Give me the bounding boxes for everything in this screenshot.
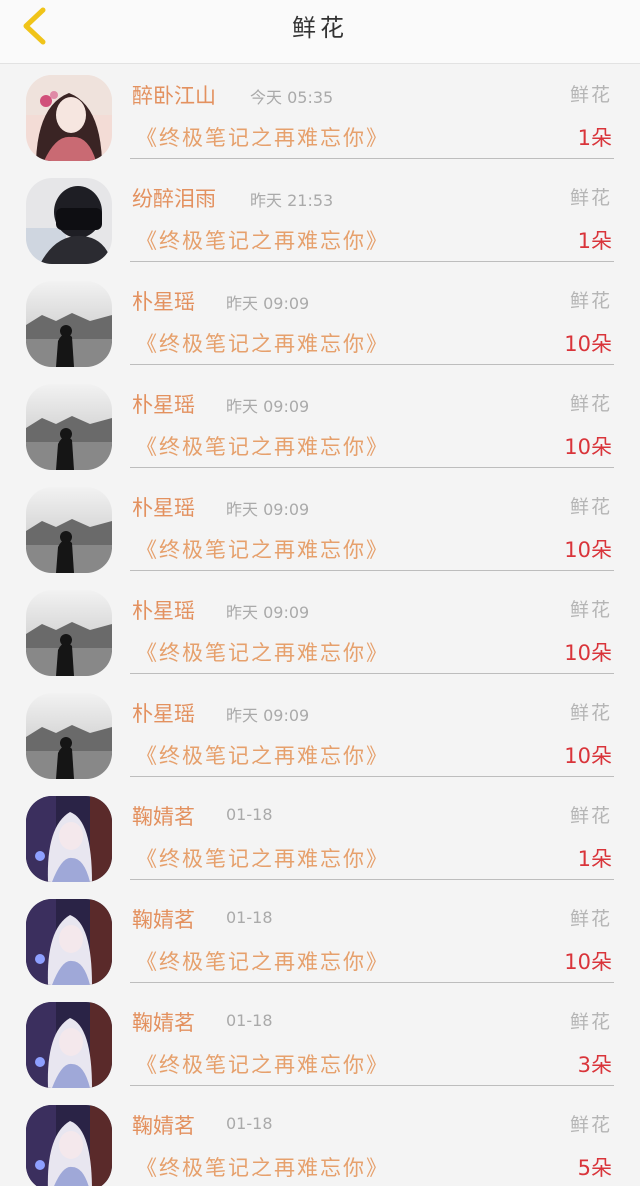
gift-type-label: 鲜花 bbox=[569, 908, 612, 930]
gift-type-label: 鲜花 bbox=[569, 496, 612, 518]
page-title: 鲜花 bbox=[292, 14, 348, 42]
flower-count: 10朵 bbox=[564, 641, 612, 665]
user-avatar[interactable] bbox=[26, 899, 112, 985]
gift-type-label: 鲜花 bbox=[569, 1011, 612, 1033]
user-avatar[interactable] bbox=[26, 1002, 112, 1088]
gift-time: 昨天 09:09 bbox=[226, 294, 310, 313]
user-avatar[interactable] bbox=[26, 796, 112, 882]
row-divider bbox=[130, 158, 614, 159]
flower-count: 10朵 bbox=[564, 744, 612, 768]
gift-row[interactable]: 朴星瑶 昨天 09:09 鲜花《终极笔记之再难忘你》 10朵 bbox=[0, 478, 640, 581]
flower-count: 10朵 bbox=[564, 435, 612, 459]
sender-name[interactable]: 鞠婧茗 bbox=[132, 1007, 195, 1037]
user-avatar[interactable] bbox=[26, 693, 112, 779]
flower-count: 5朵 bbox=[577, 1156, 612, 1180]
gift-row[interactable]: 鞠婧茗 01-18 鲜花《终极笔记之再难忘你》 1朵 bbox=[0, 787, 640, 890]
flower-count: 1朵 bbox=[577, 126, 612, 150]
gift-list: 醉卧江山 今天 05:35 鲜花 《终极笔记之再难忘你》 1朵 纷醉泪雨 昨天 21:53 鲜… bbox=[0, 66, 640, 1186]
user-avatar[interactable] bbox=[26, 75, 112, 161]
gift-type-label: 鲜花 bbox=[569, 393, 612, 415]
book-title-link[interactable]: 《终极笔记之再难忘你》 bbox=[136, 946, 389, 976]
gift-type-label: 鲜花 bbox=[569, 702, 612, 724]
book-title-link[interactable]: 《终极笔记之再难忘你》 bbox=[136, 843, 389, 873]
flower-count: 10朵 bbox=[564, 538, 612, 562]
gift-time: 01-18 bbox=[226, 805, 273, 824]
gift-time: 01-18 bbox=[226, 1011, 273, 1030]
flower-count: 10朵 bbox=[564, 950, 612, 974]
book-title-link[interactable]: 《终极笔记之再难忘你》 bbox=[136, 740, 389, 770]
book-title-link[interactable]: 《终极笔记之再难忘你》 bbox=[136, 431, 389, 461]
row-divider bbox=[130, 570, 614, 571]
sender-name[interactable]: 朴星瑶 bbox=[132, 389, 195, 419]
sender-name[interactable]: 鞠婧茗 bbox=[132, 904, 195, 934]
user-avatar[interactable] bbox=[26, 1105, 112, 1186]
gift-time: 昨天 09:09 bbox=[226, 500, 310, 519]
sender-name[interactable]: 朴星瑶 bbox=[132, 492, 195, 522]
sender-name[interactable]: 鞠婧茗 bbox=[132, 801, 195, 831]
gift-row[interactable]: 朴星瑶 昨天 09:09 鲜花《终极笔记之再难忘你》 10朵 bbox=[0, 581, 640, 684]
sender-name[interactable]: 鞠婧茗 bbox=[132, 1110, 195, 1140]
sender-name[interactable]: 朴星瑶 bbox=[132, 595, 195, 625]
gift-type-label: 鲜花 bbox=[569, 290, 612, 312]
row-divider bbox=[130, 776, 614, 777]
flower-count: 1朵 bbox=[577, 847, 612, 871]
row-divider bbox=[130, 1085, 614, 1086]
gift-row[interactable]: 朴星瑶 昨天 09:09 鲜花《终极笔记之再难忘你》 10朵 bbox=[0, 272, 640, 375]
gift-row[interactable]: 鞠婧茗 01-18 鲜花《终极笔记之再难忘你》 10朵 bbox=[0, 890, 640, 993]
book-title-link[interactable]: 《终极笔记之再难忘你》 bbox=[136, 534, 389, 564]
user-avatar[interactable] bbox=[26, 384, 112, 470]
gift-row[interactable]: 朴星瑶 昨天 09:09 鲜花《终极笔记之再难忘你》 10朵 bbox=[0, 375, 640, 478]
gift-type-label: 鲜花 bbox=[569, 805, 612, 827]
gift-type-label: 鲜花 bbox=[569, 1114, 612, 1136]
user-avatar[interactable] bbox=[26, 487, 112, 573]
gift-type-label: 鲜花 bbox=[569, 84, 612, 106]
user-avatar[interactable] bbox=[26, 281, 112, 367]
row-divider bbox=[130, 673, 614, 674]
sender-name[interactable]: 朴星瑶 bbox=[132, 698, 195, 728]
row-divider bbox=[130, 261, 614, 262]
nav-header: 鲜花 bbox=[0, 0, 640, 64]
gift-time: 01-18 bbox=[226, 908, 273, 927]
row-divider bbox=[130, 364, 614, 365]
flower-count: 1朵 bbox=[577, 229, 612, 253]
book-title-link[interactable]: 《终极笔记之再难忘你》 bbox=[136, 328, 389, 358]
flower-count: 10朵 bbox=[564, 332, 612, 356]
flower-count: 3朵 bbox=[577, 1053, 612, 1077]
gift-row[interactable]: 醉卧江山 今天 05:35 鲜花《终极笔记之再难忘你》 1朵 bbox=[0, 66, 640, 169]
row-divider bbox=[130, 982, 614, 983]
book-title-link[interactable]: 《终极笔记之再难忘你》 bbox=[136, 225, 389, 255]
gift-type-label: 鲜花 bbox=[569, 599, 612, 621]
gift-time: 昨天 09:09 bbox=[226, 603, 310, 622]
sender-name[interactable]: 醉卧江山 bbox=[132, 80, 216, 110]
gift-row[interactable]: 鞠婧茗 01-18 鲜花《终极笔记之再难忘你》 5朵 bbox=[0, 1096, 640, 1186]
gift-time: 昨天 09:09 bbox=[226, 397, 310, 416]
gift-time: 昨天 21:53 bbox=[250, 191, 334, 210]
user-avatar[interactable] bbox=[26, 590, 112, 676]
book-title-link[interactable]: 《终极笔记之再难忘你》 bbox=[136, 122, 389, 152]
book-title-link[interactable]: 《终极笔记之再难忘你》 bbox=[136, 637, 389, 667]
gift-time: 01-18 bbox=[226, 1114, 273, 1133]
gift-type-label: 鲜花 bbox=[569, 187, 612, 209]
gift-time: 昨天 09:09 bbox=[226, 706, 310, 725]
sender-name[interactable]: 朴星瑶 bbox=[132, 286, 195, 316]
flower-gift-page: 鲜花 醉卧江山 今天 05:35 鲜花 《终极笔记之再难忘你》 1朵 纷醉泪雨 昨天 21:… bbox=[0, 0, 640, 1186]
gift-row[interactable]: 纷醉泪雨 昨天 21:53 鲜花《终极笔记之再难忘你》 1朵 bbox=[0, 169, 640, 272]
row-divider bbox=[130, 467, 614, 468]
row-divider bbox=[130, 879, 614, 880]
book-title-link[interactable]: 《终极笔记之再难忘你》 bbox=[136, 1049, 389, 1079]
sender-name[interactable]: 纷醉泪雨 bbox=[132, 183, 216, 213]
gift-row[interactable]: 鞠婧茗 01-18 鲜花《终极笔记之再难忘你》 3朵 bbox=[0, 993, 640, 1096]
book-title-link[interactable]: 《终极笔记之再难忘你》 bbox=[136, 1152, 389, 1182]
gift-row[interactable]: 朴星瑶 昨天 09:09 鲜花《终极笔记之再难忘你》 10朵 bbox=[0, 684, 640, 787]
user-avatar[interactable] bbox=[26, 178, 112, 264]
gift-time: 今天 05:35 bbox=[250, 88, 334, 107]
